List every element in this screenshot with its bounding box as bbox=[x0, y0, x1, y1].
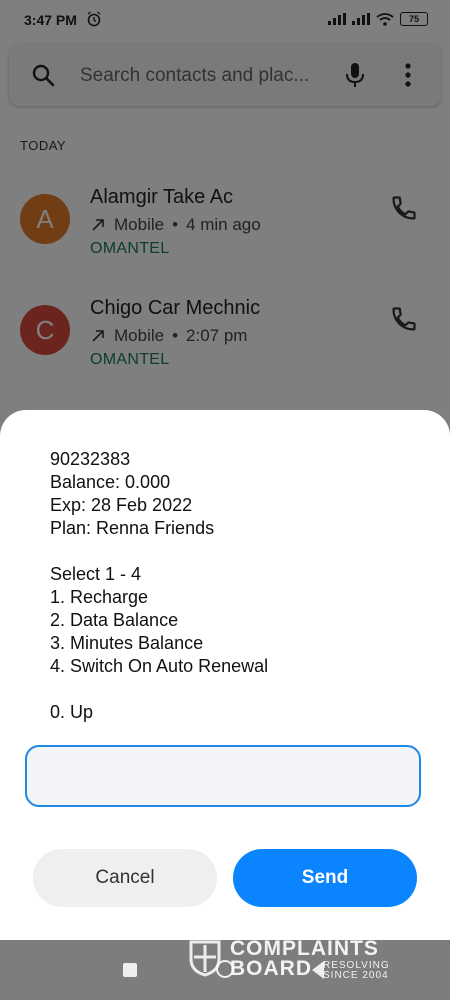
watermark-tagline2: SINCE 2004 bbox=[323, 970, 389, 981]
recent-apps-button[interactable] bbox=[123, 963, 137, 977]
message-line: Exp: 28 Feb 2022 bbox=[50, 495, 193, 515]
message-line: 0. Up bbox=[50, 702, 94, 722]
ussd-reply-input[interactable] bbox=[25, 745, 421, 807]
message-line: 90232383 bbox=[50, 449, 131, 469]
message-line: 1. Recharge bbox=[50, 587, 149, 607]
message-line: Select 1 - 4 bbox=[50, 564, 142, 584]
watermark-line2: BOARD bbox=[230, 957, 312, 980]
watermark: COMPLAINTS BOARD RESOLVING SINCE 2004 bbox=[188, 937, 408, 983]
message-line bbox=[50, 678, 268, 701]
shield-logo-icon bbox=[189, 940, 221, 977]
message-line bbox=[50, 540, 268, 563]
send-button[interactable]: Send bbox=[233, 849, 417, 907]
message-line: Balance: 0.000 bbox=[50, 472, 171, 492]
message-line: 4. Switch On Auto Renewal bbox=[50, 656, 269, 676]
ussd-message: 90232383 Balance: 0.000 Exp: 28 Feb 2022… bbox=[50, 448, 268, 724]
message-line: 2. Data Balance bbox=[50, 610, 179, 630]
ussd-dialog: 90232383 Balance: 0.000 Exp: 28 Feb 2022… bbox=[0, 410, 450, 940]
message-line: Plan: Renna Friends bbox=[50, 518, 215, 538]
message-line: 3. Minutes Balance bbox=[50, 633, 204, 653]
cancel-button[interactable]: Cancel bbox=[33, 849, 217, 907]
